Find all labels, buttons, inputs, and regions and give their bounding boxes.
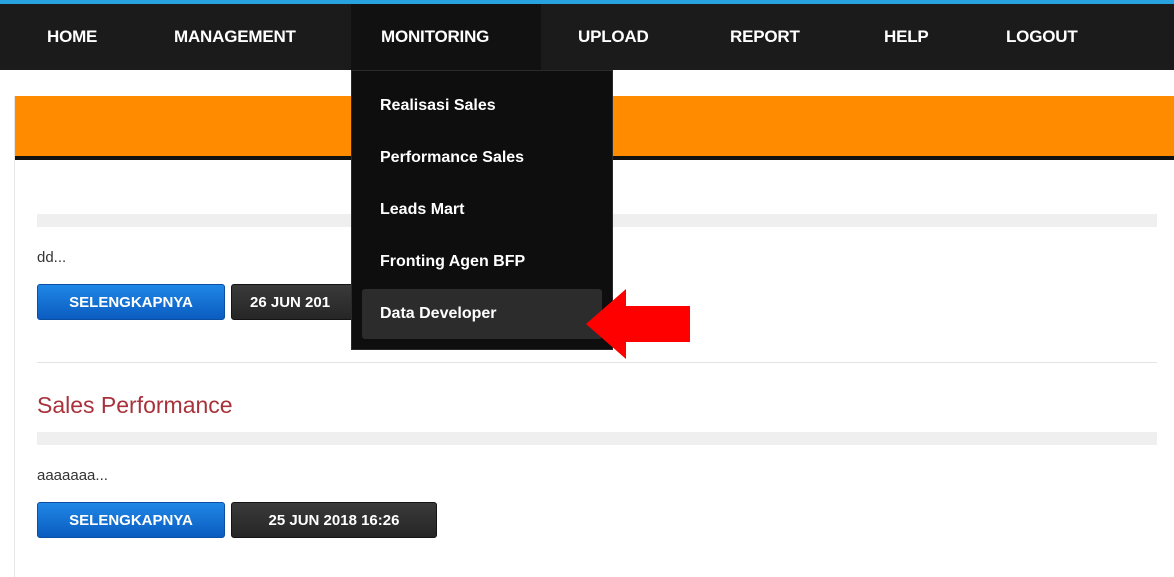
nav-report[interactable]: REPORT (730, 4, 800, 70)
monitoring-dropdown-menu: Realisasi Sales Performance Sales Leads … (351, 70, 613, 350)
menu-item-data-developer[interactable]: Data Developer (362, 289, 602, 339)
menu-item-fronting-agen-bfp[interactable]: Fronting Agen BFP (362, 237, 602, 287)
nav-logout[interactable]: LOGOUT (1006, 4, 1078, 70)
post-divider (37, 362, 1157, 363)
nav-upload[interactable]: UPLOAD (578, 4, 649, 70)
post-excerpt: aaaaaaa... (37, 467, 108, 484)
read-more-button[interactable]: SELENGKAPNYA (37, 502, 225, 538)
red-arrow-icon (586, 289, 690, 359)
post-title[interactable]: Sales Performance (37, 392, 233, 419)
post-date-badge: 25 JUN 2018 16:26 (231, 502, 437, 538)
menu-item-performance-sales[interactable]: Performance Sales (362, 133, 602, 183)
nav-help[interactable]: HELP (884, 4, 929, 70)
read-more-button[interactable]: SELENGKAPNYA (37, 284, 225, 320)
nav-monitoring[interactable]: MONITORING (351, 4, 541, 70)
nav-home[interactable]: HOME (47, 4, 97, 70)
post-separator-strip (37, 432, 1157, 445)
top-navbar: HOME MANAGEMENT MONITORING UPLOAD REPORT… (0, 0, 1174, 70)
menu-item-leads-mart[interactable]: Leads Mart (362, 185, 602, 235)
post-date-badge: 26 JUN 201 (231, 284, 371, 320)
menu-item-realisasi-sales[interactable]: Realisasi Sales (362, 81, 602, 131)
post-excerpt: dd... (37, 249, 67, 266)
nav-management[interactable]: MANAGEMENT (174, 4, 296, 70)
